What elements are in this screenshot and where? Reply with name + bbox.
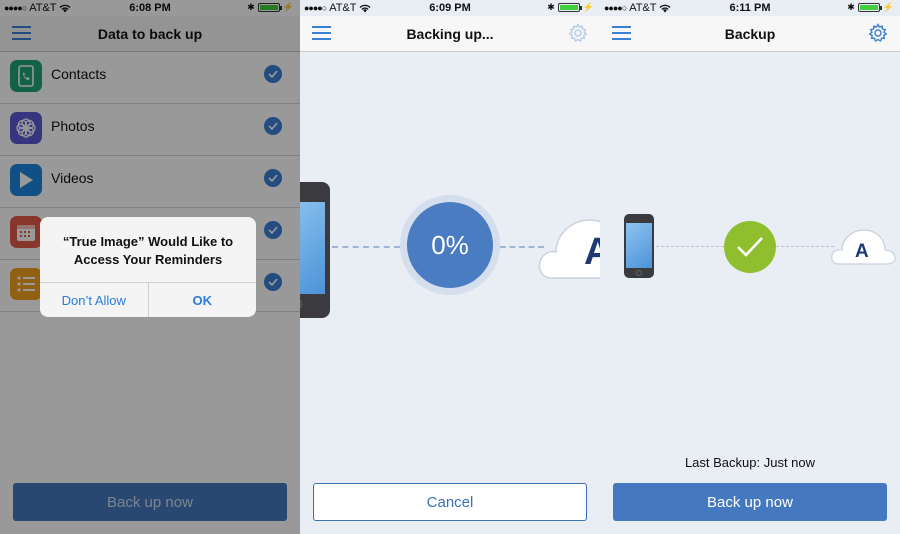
ok-button[interactable]: OK xyxy=(147,283,257,317)
progress-connector xyxy=(332,246,400,248)
progress-value: 0% xyxy=(407,202,493,288)
screen-backing-up: ●●●●○ AT&T 6:09 PM ✱ ⚡ Backing up... 0% A … xyxy=(300,0,600,534)
phone-icon xyxy=(300,182,330,318)
progress-connector xyxy=(776,246,834,247)
gear-icon[interactable] xyxy=(568,23,588,43)
success-check-icon xyxy=(724,221,776,273)
cancel-button[interactable]: Cancel xyxy=(313,483,587,521)
cloud-icon: A xyxy=(830,226,896,268)
charging-icon: ⚡ xyxy=(882,2,894,12)
page-title: Backup xyxy=(724,26,776,42)
back-up-now-button[interactable]: Back up now xyxy=(613,483,887,521)
screen-backup: ●●●●○ AT&T 6:11 PM ✱ ⚡ Backup A Last Backu… xyxy=(600,0,900,534)
cloud-letter: A xyxy=(584,231,600,273)
alert-message: “True Image” Would Like to Access Your R… xyxy=(62,234,234,267)
cloud-letter: A xyxy=(855,241,869,262)
nav-bar: Backing up... xyxy=(300,16,600,52)
charging-icon: ⚡ xyxy=(582,2,594,12)
phone-icon xyxy=(624,214,654,278)
status-bar: ●●●●○ AT&T 6:11 PM ✱ ⚡ xyxy=(600,0,900,16)
progress-ring: 0% xyxy=(400,195,500,295)
battery-icon xyxy=(857,3,882,12)
status-bar: ●●●●○ AT&T 6:09 PM ✱ ⚡ xyxy=(300,0,600,16)
dont-allow-button[interactable]: Don’t Allow xyxy=(40,283,148,317)
cloud-icon: A xyxy=(538,206,600,284)
last-backup-status: Last Backup: Just now xyxy=(684,455,816,470)
page-title: Backing up... xyxy=(406,26,494,42)
progress-connector xyxy=(656,246,724,247)
battery-icon xyxy=(557,3,582,12)
nav-bar: Backup xyxy=(600,16,900,52)
bluetooth-icon: ✱ xyxy=(547,2,555,12)
permission-alert: “True Image” Would Like to Access Your R… xyxy=(40,217,256,317)
bluetooth-icon: ✱ xyxy=(847,2,855,12)
gear-icon[interactable] xyxy=(868,23,888,43)
screen-data-to-back-up: ●●●●○ AT&T 6:08 PM ✱ ⚡ Data to back up Con… xyxy=(0,0,300,534)
